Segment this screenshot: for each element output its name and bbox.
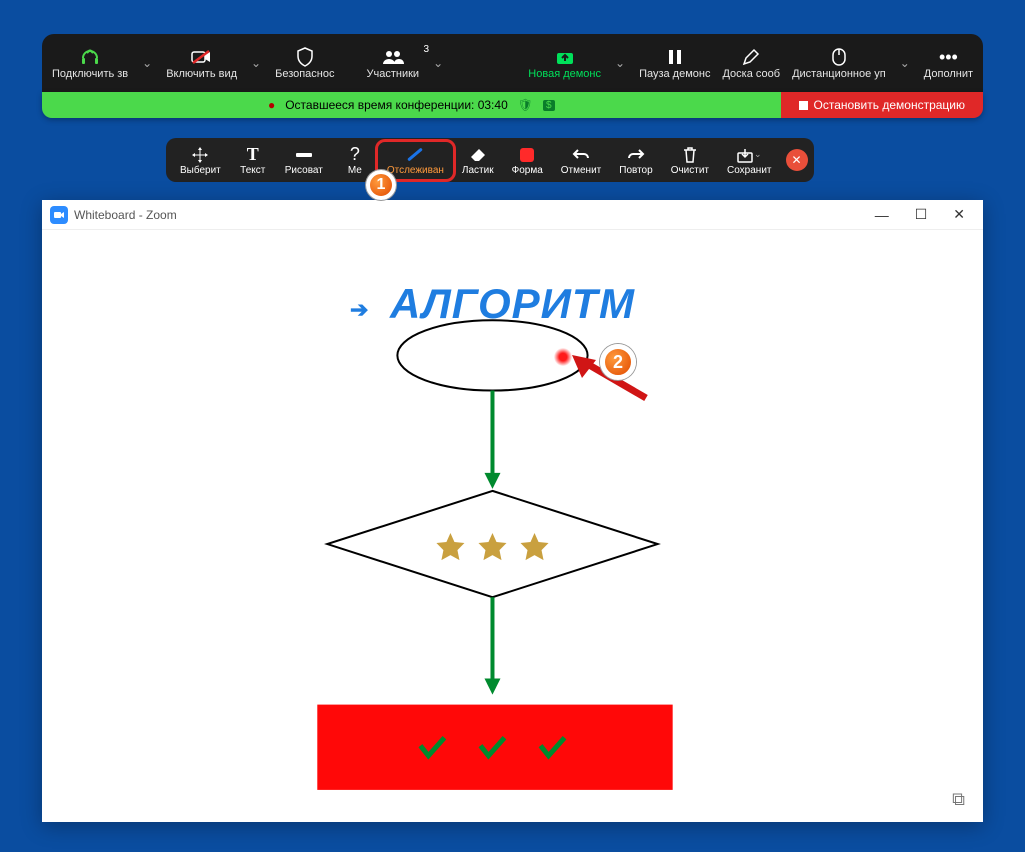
mouse-icon [832, 46, 846, 68]
share-caret[interactable]: ⌄ [607, 56, 633, 70]
annotation-toolbar: Выберит T Текст Рисоват ? Ме Отслеживан … [166, 138, 814, 182]
draw-tool[interactable]: Рисоват [277, 143, 331, 178]
minimize-button[interactable]: — [865, 203, 899, 227]
window-titlebar[interactable]: Whiteboard - Zoom — ☐ ✕ [42, 200, 983, 230]
callout-badge-2: 2 [600, 344, 636, 380]
select-tool[interactable]: Выберит [172, 143, 229, 178]
move-icon [192, 145, 208, 165]
time-remaining: ● Оставшееся время конференции: 03:40 🛡 … [42, 92, 781, 118]
video-button[interactable]: Включить вид [160, 42, 243, 84]
blue-arrow-icon: ➔ [350, 297, 368, 323]
save-tool[interactable]: ⌄ Сохранит [719, 143, 779, 178]
clear-tool[interactable]: Очистит [663, 143, 717, 178]
question-icon: ? [350, 145, 360, 165]
window-title: Whiteboard - Zoom [74, 208, 177, 222]
security-button[interactable]: Безопаснос [269, 42, 340, 84]
shield-icon [296, 46, 314, 68]
whiteboard-canvas[interactable]: ➔ АЛГОРИТМ [42, 230, 983, 822]
new-page-button[interactable]: ⧉ [952, 789, 965, 810]
dollar-icon: $ [543, 100, 555, 111]
eraser-icon [469, 145, 487, 165]
stop-icon [799, 101, 808, 110]
more-icon: ••• [939, 46, 958, 68]
audio-caret[interactable]: ⌄ [134, 56, 160, 70]
undo-icon [572, 145, 590, 165]
whiteboard-window: Whiteboard - Zoom — ☐ ✕ ➔ АЛГОРИТМ [42, 200, 983, 822]
zoom-icon [50, 206, 68, 224]
format-tool[interactable]: Форма [504, 143, 551, 178]
whiteboard-heading: АЛГОРИТМ [390, 280, 635, 328]
meeting-controls-toolbar: Подключить зв ⌄ Включить вид ⌄ Безопасно… [42, 34, 983, 92]
remaining-time-label: Оставшееся время конференции: 03:40 [285, 98, 508, 112]
more-button[interactable]: ••• Дополнит [918, 42, 979, 84]
participants-icon [382, 46, 404, 68]
undo-tool[interactable]: Отменит [553, 143, 609, 178]
save-icon: ⌄ [737, 145, 762, 165]
stop-share-button[interactable]: Остановить демонстрацию [781, 92, 983, 118]
pause-share-button[interactable]: Пауза демонс [633, 42, 716, 84]
redo-tool[interactable]: Повтор [611, 143, 660, 178]
record-icon: ● [268, 98, 275, 112]
new-share-button[interactable]: Новая демонс [522, 42, 607, 84]
whiteboard-button[interactable]: Доска сооб [716, 42, 786, 84]
video-caret[interactable]: ⌄ [243, 56, 269, 70]
spotlight-icon [406, 145, 424, 165]
trash-icon [683, 145, 697, 165]
close-window-button[interactable]: ✕ [943, 202, 975, 227]
pencil-icon [742, 46, 760, 68]
text-icon: T [247, 145, 259, 165]
line-icon [294, 145, 314, 165]
close-icon: ✕ [791, 153, 801, 167]
video-off-icon [191, 46, 213, 68]
pause-icon [668, 46, 682, 68]
stamp-tool[interactable]: ? Ме [333, 143, 377, 178]
headphones-icon [80, 46, 100, 68]
participants-caret[interactable]: ⌄ [425, 56, 451, 70]
share-status-bar: ● Оставшееся время конференции: 03:40 🛡 … [42, 92, 983, 118]
new-page-icon: ⧉ [952, 789, 965, 809]
participants-count: 3 [424, 44, 430, 55]
share-up-icon [556, 46, 574, 68]
maximize-button[interactable]: ☐ [905, 202, 938, 227]
color-icon [520, 145, 534, 165]
eraser-tool[interactable]: Ластик [454, 143, 502, 178]
remote-control-button[interactable]: Дистанционное уп [786, 42, 892, 84]
redo-icon [627, 145, 645, 165]
participants-button[interactable]: Участники 3 [361, 42, 426, 84]
close-annotation-button[interactable]: ✕ [786, 149, 808, 171]
shield-check-icon: 🛡 [518, 98, 533, 112]
remote-caret[interactable]: ⌄ [892, 56, 918, 70]
callout-badge-1: 1 [366, 170, 396, 200]
text-tool[interactable]: T Текст [231, 143, 275, 178]
audio-button[interactable]: Подключить зв [46, 42, 134, 84]
